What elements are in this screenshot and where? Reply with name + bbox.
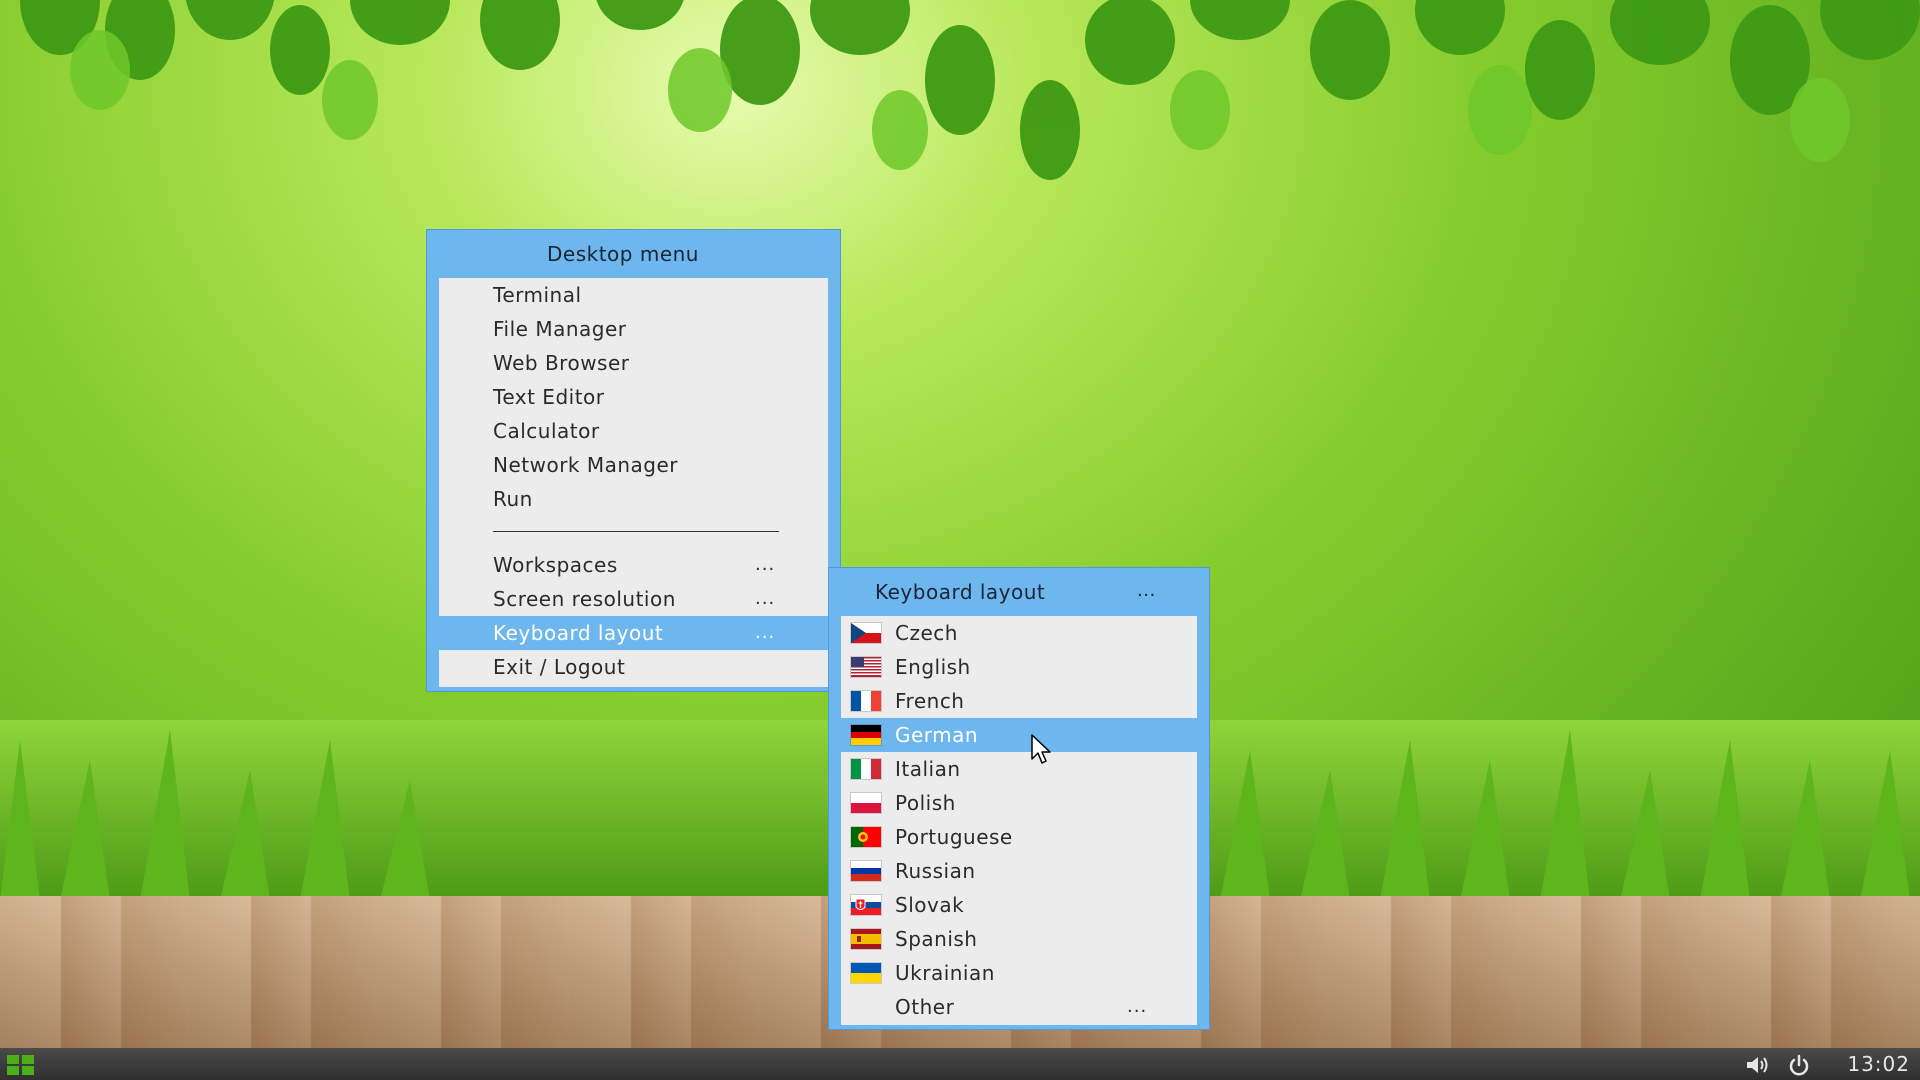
desktop-menu-title: Desktop menu [547,242,699,266]
layout-item-label: French [895,689,965,713]
submenu-ellipsis-icon: ... [755,622,776,643]
grid-menu-icon[interactable] [6,1054,36,1076]
submenu-ellipsis-icon: ... [1127,996,1148,1017]
menu-item-screen-resolution[interactable]: Screen resolution... [439,582,828,616]
menu-item-terminal[interactable]: Terminal [439,278,828,312]
keyboard-menu-title: Keyboard layout [875,580,1046,604]
layout-item-label: Spanish [895,927,978,951]
volume-icon[interactable] [1745,1054,1771,1076]
russian-flag-icon [851,861,881,881]
layout-item-label: German [895,723,979,747]
layout-item-english[interactable]: English [841,650,1197,684]
menu-item-workspaces[interactable]: Workspaces... [439,548,828,582]
layout-item-portuguese[interactable]: Portuguese [841,820,1197,854]
taskbar-clock[interactable]: 13:02 [1847,1048,1910,1080]
layout-item-polish[interactable]: Polish [841,786,1197,820]
menu-item-label: Keyboard layout [493,621,664,645]
menu-item-label: Text Editor [493,385,605,409]
layout-item-label: Slovak [895,893,965,917]
desktop-menu-body: Terminal File Manager Web Browser Text E… [439,278,828,687]
menu-item-label: Exit / Logout [493,655,626,679]
menu-item-calculator[interactable]: Calculator [439,414,828,448]
layout-item-french[interactable]: French [841,684,1197,718]
ukrainian-flag-icon [851,963,881,983]
layout-item-label: English [895,655,971,679]
layout-item-spanish[interactable]: Spanish [841,922,1197,956]
menu-separator [493,531,779,532]
menu-item-run[interactable]: Run [439,482,828,516]
wallpaper-leaves [20,0,1920,180]
layout-item-label: Other [895,995,955,1019]
menu-item-label: Calculator [493,419,600,443]
czech-flag-icon [851,623,881,643]
keyboard-menu-title-ellipsis: ... [1137,580,1156,601]
taskbar: 13:02 [0,1048,1920,1080]
layout-item-label: Czech [895,621,958,645]
keyboard-layout-menu: Keyboard layout ... Czech English French… [829,568,1209,1029]
menu-item-web-browser[interactable]: Web Browser [439,346,828,380]
italian-flag-icon [851,759,881,779]
menu-item-file-manager[interactable]: File Manager [439,312,828,346]
menu-item-label: Web Browser [493,351,630,375]
menu-item-label: Screen resolution [493,587,676,611]
layout-item-italian[interactable]: Italian [841,752,1197,786]
layout-item-label: Polish [895,791,956,815]
polish-flag-icon [851,793,881,813]
french-flag-icon [851,691,881,711]
slovak-flag-icon [851,895,881,915]
layout-item-label: Italian [895,757,961,781]
spanish-flag-icon [851,929,881,949]
desktop-menu: Desktop menu Terminal File Manager Web B… [427,230,840,691]
us-flag-icon [851,657,881,677]
layout-item-russian[interactable]: Russian [841,854,1197,888]
layout-item-label: Portuguese [895,825,1013,849]
layout-item-label: Russian [895,859,976,883]
menu-item-text-editor[interactable]: Text Editor [439,380,828,414]
mouse-pointer-icon [1031,734,1051,764]
submenu-ellipsis-icon: ... [755,588,776,609]
menu-item-network-manager[interactable]: Network Manager [439,448,828,482]
submenu-ellipsis-icon: ... [755,554,776,575]
layout-item-german[interactable]: German [841,718,1197,752]
layout-item-ukrainian[interactable]: Ukrainian [841,956,1197,990]
menu-item-label: File Manager [493,317,627,341]
menu-item-label: Terminal [493,283,582,307]
layout-item-label: Ukrainian [895,961,995,985]
portuguese-flag-icon [851,827,881,847]
german-flag-icon [851,725,881,745]
menu-item-exit-logout[interactable]: Exit / Logout [439,650,828,684]
menu-item-keyboard-layout[interactable]: Keyboard layout... [439,616,828,650]
layout-item-czech[interactable]: Czech [841,616,1197,650]
power-icon[interactable] [1786,1054,1812,1076]
keyboard-menu-body: Czech English French German Italian Poli… [841,616,1197,1025]
menu-item-label: Network Manager [493,453,679,477]
menu-item-label: Workspaces [493,553,618,577]
layout-item-slovak[interactable]: Slovak [841,888,1197,922]
menu-item-label: Run [493,487,533,511]
layout-item-other[interactable]: Other ... [841,990,1197,1024]
